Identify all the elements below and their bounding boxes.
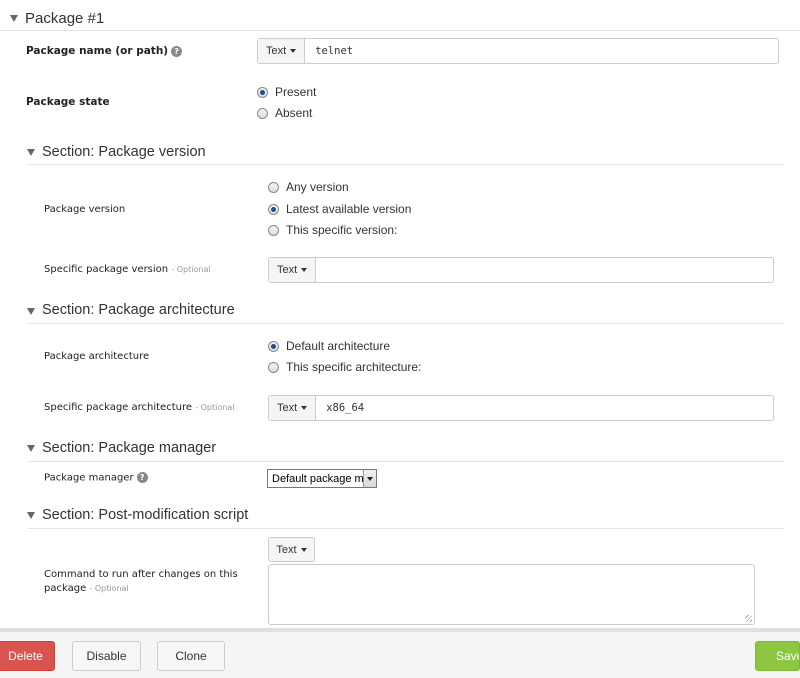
radio-icon[interactable]	[268, 224, 279, 236]
caret-down-icon	[290, 49, 297, 53]
caret-down-icon	[300, 547, 307, 552]
specific-architecture-type-dropdown[interactable]: Text	[269, 396, 317, 420]
collapse-triangle-icon[interactable]	[27, 149, 35, 156]
package-version-label: Package version	[44, 204, 126, 215]
type-label: Text	[277, 402, 298, 414]
radio-label: Latest available version	[286, 202, 412, 216]
resize-grip-icon[interactable]	[745, 615, 752, 622]
divider	[27, 323, 784, 324]
radio-icon[interactable]	[268, 203, 279, 215]
radio-label: Present	[275, 85, 317, 99]
save-label: Save	[776, 649, 799, 663]
delete-button[interactable]: Delete	[0, 641, 55, 671]
package-name-type-dropdown[interactable]: Text	[258, 39, 306, 63]
specific-architecture-label: Specific package architecture - Optional	[44, 402, 234, 413]
package-manager-selected: Default package m	[272, 472, 363, 485]
radio-label: Absent	[275, 106, 313, 120]
optional-tag: - Optional	[171, 265, 211, 274]
specific-version-input[interactable]	[316, 258, 773, 282]
package-title: Package #1	[25, 10, 105, 27]
section-title-post-script: Section: Post-modification script	[42, 507, 249, 523]
type-label: Text	[276, 543, 297, 556]
version-option-specific[interactable]: This specific version:	[268, 223, 397, 237]
optional-tag: - Optional	[195, 403, 235, 412]
collapse-triangle-icon[interactable]	[27, 445, 35, 452]
type-label: Text	[266, 45, 287, 57]
post-script-label-line1: Command to run after changes on this	[44, 569, 238, 580]
optional-tag: - Optional	[89, 584, 129, 593]
disable-button[interactable]: Disable	[72, 641, 141, 671]
radio-label: Any version	[286, 180, 349, 194]
architecture-option-specific[interactable]: This specific architecture:	[268, 360, 421, 374]
radio-label: This specific architecture:	[286, 360, 422, 374]
version-option-latest[interactable]: Latest available version	[268, 202, 411, 216]
package-name-input[interactable]: telnet	[305, 39, 778, 63]
divider	[0, 30, 800, 31]
post-script-type-dropdown[interactable]: Text	[268, 537, 315, 562]
post-script-label: Command to run after changes on this pac…	[44, 568, 244, 596]
radio-label: Default architecture	[286, 339, 391, 353]
specific-architecture-field: Text x86_64	[268, 395, 774, 421]
type-label: Text	[277, 264, 298, 276]
clone-button[interactable]: Clone	[157, 641, 225, 671]
radio-label: This specific version:	[286, 223, 398, 237]
section-title-manager: Section: Package manager	[42, 440, 217, 456]
package-state-label: Package state	[26, 96, 110, 108]
radio-icon[interactable]	[268, 340, 279, 352]
package-manager-label: Package manager?	[44, 472, 148, 484]
save-button[interactable]: Save	[755, 641, 800, 671]
package-name-field: Text telnet	[257, 38, 779, 64]
radio-icon[interactable]	[268, 181, 279, 193]
divider	[27, 528, 784, 529]
caret-down-icon	[301, 268, 308, 272]
package-manager-select[interactable]: Default package m	[267, 469, 377, 488]
post-script-label-line2: package	[44, 583, 87, 594]
architecture-option-default[interactable]: Default architecture	[268, 339, 390, 353]
package-name-label-text: Package name (or path)	[26, 45, 169, 57]
collapse-triangle-icon[interactable]	[27, 308, 35, 315]
specific-version-label: Specific package version - Optional	[44, 264, 211, 275]
state-option-absent[interactable]: Absent	[257, 106, 312, 120]
help-icon[interactable]: ?	[171, 45, 183, 57]
divider	[27, 461, 784, 462]
help-icon[interactable]: ?	[136, 472, 148, 483]
radio-icon[interactable]	[257, 107, 268, 119]
section-title-version: Section: Package version	[42, 144, 206, 160]
divider	[27, 164, 784, 165]
dropdown-arrow-icon[interactable]	[363, 470, 376, 487]
collapse-triangle-icon[interactable]	[27, 512, 35, 519]
post-script-textarea[interactable]	[268, 564, 755, 625]
state-option-present[interactable]: Present	[257, 85, 316, 99]
collapse-triangle-icon[interactable]	[10, 15, 18, 22]
version-option-any[interactable]: Any version	[268, 180, 349, 194]
caret-down-icon	[301, 406, 308, 410]
radio-icon[interactable]	[257, 86, 268, 98]
specific-version-field: Text	[268, 257, 774, 283]
specific-version-type-dropdown[interactable]: Text	[269, 258, 317, 282]
package-name-label: Package name (or path)?	[26, 45, 183, 57]
section-title-architecture: Section: Package architecture	[42, 302, 235, 318]
package-manager-label-text: Package manager	[44, 472, 134, 484]
radio-icon[interactable]	[268, 361, 279, 373]
specific-version-label-text: Specific package version	[44, 264, 169, 275]
package-architecture-label: Package architecture	[44, 351, 150, 362]
specific-architecture-label-text: Specific package architecture	[44, 402, 193, 413]
specific-architecture-input[interactable]: x86_64	[316, 396, 773, 420]
